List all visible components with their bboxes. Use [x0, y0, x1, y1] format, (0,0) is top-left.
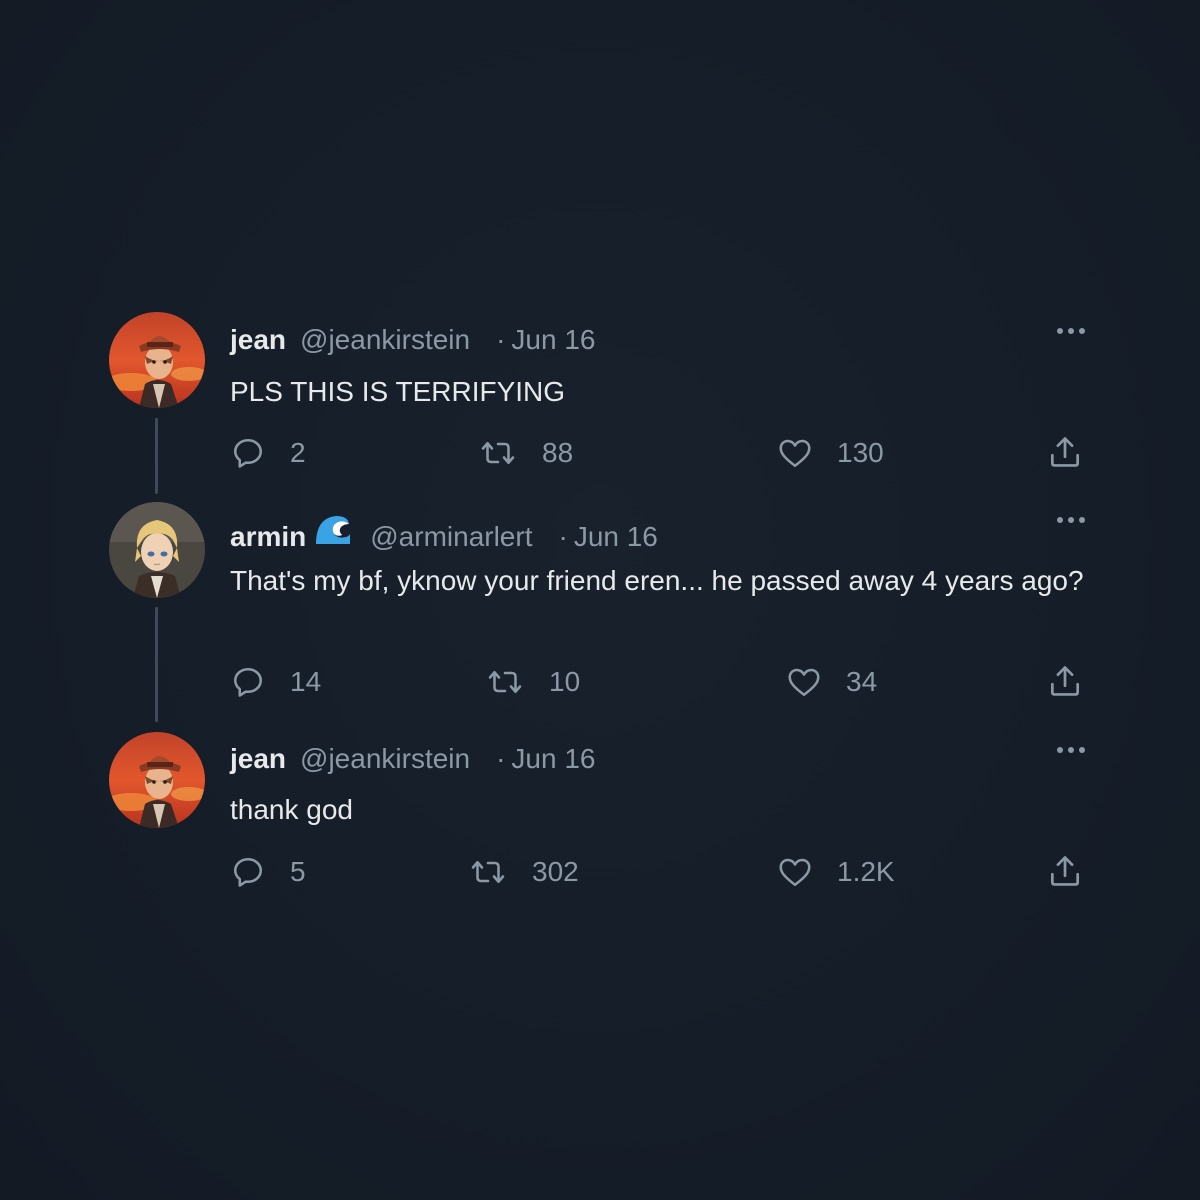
thread-canvas: jean @jeankirstein · Jun 16 PLS THIS IS …: [0, 0, 1200, 1200]
share-icon[interactable]: [1046, 852, 1084, 895]
avatar-jean[interactable]: [109, 312, 205, 408]
like-button[interactable]: 34: [786, 664, 877, 700]
more-options-icon[interactable]: [1054, 324, 1088, 338]
retweet-count: 88: [542, 437, 574, 468]
thread-connector-line: [155, 418, 158, 494]
heart-icon: [786, 664, 822, 700]
reply-button[interactable]: 2: [230, 435, 306, 471]
tweet-text: That's my bf, yknow your friend eren... …: [230, 565, 1084, 596]
share-icon[interactable]: [1046, 433, 1084, 476]
like-count: 1.2K: [837, 856, 895, 887]
user-handle[interactable]: @jeankirstein: [300, 323, 470, 357]
dot-separator: ·: [558, 521, 568, 552]
dot-separator: ·: [496, 324, 506, 355]
tweet-header: jean @jeankirstein · Jun 16: [230, 742, 596, 776]
tweet-date[interactable]: Jun 16: [574, 520, 658, 554]
dot-separator: ·: [496, 743, 506, 774]
display-name[interactable]: jean: [230, 323, 286, 357]
retweet-icon: [478, 435, 518, 471]
reply-icon: [230, 435, 266, 471]
heart-icon: [777, 854, 813, 890]
retweet-icon: [485, 664, 525, 700]
tweet-text: PLS THIS IS TERRIFYING: [230, 376, 566, 407]
avatar-armin[interactable]: [109, 502, 205, 598]
tweet-date[interactable]: Jun 16: [511, 323, 595, 357]
retweet-icon: [468, 854, 508, 890]
reply-icon: [230, 664, 266, 700]
thread-connector-line: [155, 607, 158, 722]
retweet-count: 302: [532, 856, 579, 887]
tweet-header: armin @arminarlert · Jun 16: [230, 512, 658, 554]
reply-count: 5: [290, 856, 306, 887]
more-options-icon[interactable]: [1054, 513, 1088, 527]
reply-count: 2: [290, 437, 306, 468]
retweet-button[interactable]: 88: [478, 435, 573, 471]
display-name[interactable]: jean: [230, 742, 286, 776]
reply-button[interactable]: 5: [230, 854, 306, 890]
avatar-jean[interactable]: [109, 732, 205, 828]
retweet-button[interactable]: 302: [468, 854, 579, 890]
like-count: 34: [846, 666, 878, 697]
user-handle[interactable]: @arminarlert: [370, 520, 532, 554]
share-icon[interactable]: [1046, 662, 1084, 705]
reply-count: 14: [290, 666, 322, 697]
retweet-count: 10: [549, 666, 581, 697]
like-button[interactable]: 1.2K: [777, 854, 895, 890]
reply-icon: [230, 854, 266, 890]
like-button[interactable]: 130: [777, 435, 884, 471]
water-wave-icon: [314, 512, 352, 546]
heart-icon: [777, 435, 813, 471]
user-handle[interactable]: @jeankirstein: [300, 742, 470, 776]
reply-button[interactable]: 14: [230, 664, 321, 700]
tweet-header: jean @jeankirstein · Jun 16: [230, 323, 596, 357]
display-name[interactable]: armin: [230, 520, 306, 554]
tweet-text: thank god: [230, 794, 353, 825]
more-options-icon[interactable]: [1054, 743, 1088, 757]
retweet-button[interactable]: 10: [485, 664, 580, 700]
tweet-date[interactable]: Jun 16: [511, 742, 595, 776]
like-count: 130: [837, 437, 884, 468]
